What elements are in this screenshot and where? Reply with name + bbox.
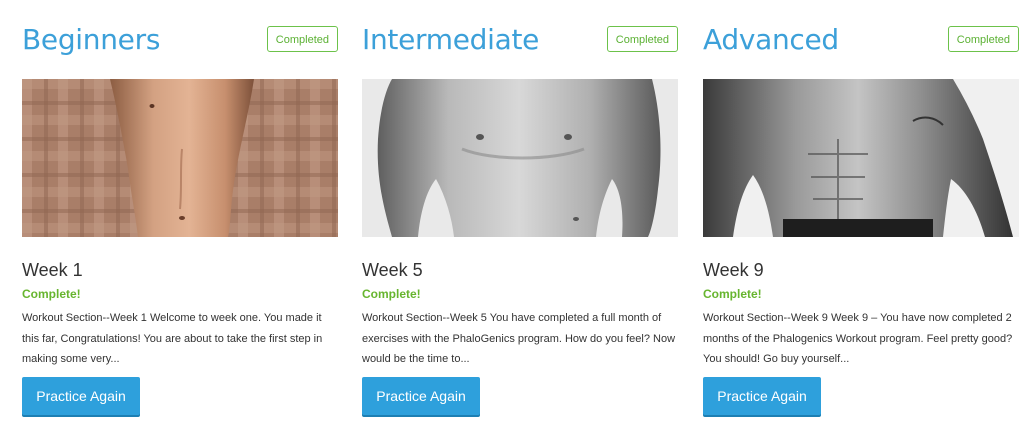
beginner-photo-image [22, 79, 338, 237]
status-label: Complete! [362, 287, 421, 301]
workout-levels-grid: Beginners Completed Week 1 Complete! Wor… [0, 0, 1024, 435]
description: Workout Section--Week 1 Welcome to week … [22, 312, 323, 365]
completed-badge: Completed [266, 26, 338, 52]
description: Workout Section--Week 5 You have complet… [362, 312, 676, 365]
completed-badge: Completed [606, 26, 678, 52]
week-title[interactable]: Week 1 [22, 258, 83, 282]
practice-again-button[interactable]: Practice Again [22, 377, 140, 415]
card-header: Intermediate Completed [362, 18, 678, 62]
status-label: Complete! [22, 287, 81, 301]
torso-photo-advanced[interactable] [703, 79, 1019, 237]
description: Workout Section--Week 9 Week 9 – You hav… [703, 312, 1013, 365]
practice-again-button[interactable]: Practice Again [362, 377, 480, 415]
torso-photo-beginner[interactable] [22, 79, 338, 237]
status-label: Complete! [703, 287, 762, 301]
level-title: Beginners [22, 23, 161, 56]
level-card-beginners: Beginners Completed Week 1 Complete! Wor… [22, 0, 338, 435]
torso-photo-intermediate[interactable] [362, 79, 678, 237]
card-header: Beginners Completed [22, 18, 338, 62]
practice-again-button[interactable]: Practice Again [703, 377, 821, 415]
week-title[interactable]: Week 9 [703, 258, 764, 282]
intermediate-photo-image [362, 79, 678, 237]
card-header: Advanced Completed [703, 18, 1019, 62]
advanced-photo-image [703, 79, 1019, 237]
completed-badge: Completed [947, 26, 1019, 52]
level-title: Advanced [703, 23, 839, 56]
week-title[interactable]: Week 5 [362, 258, 423, 282]
level-title: Intermediate [362, 23, 540, 56]
level-card-advanced: Advanced Completed Week 9 Complete! Work… [703, 0, 1019, 435]
level-card-intermediate: Intermediate Completed Week 5 Complete! … [362, 0, 678, 435]
